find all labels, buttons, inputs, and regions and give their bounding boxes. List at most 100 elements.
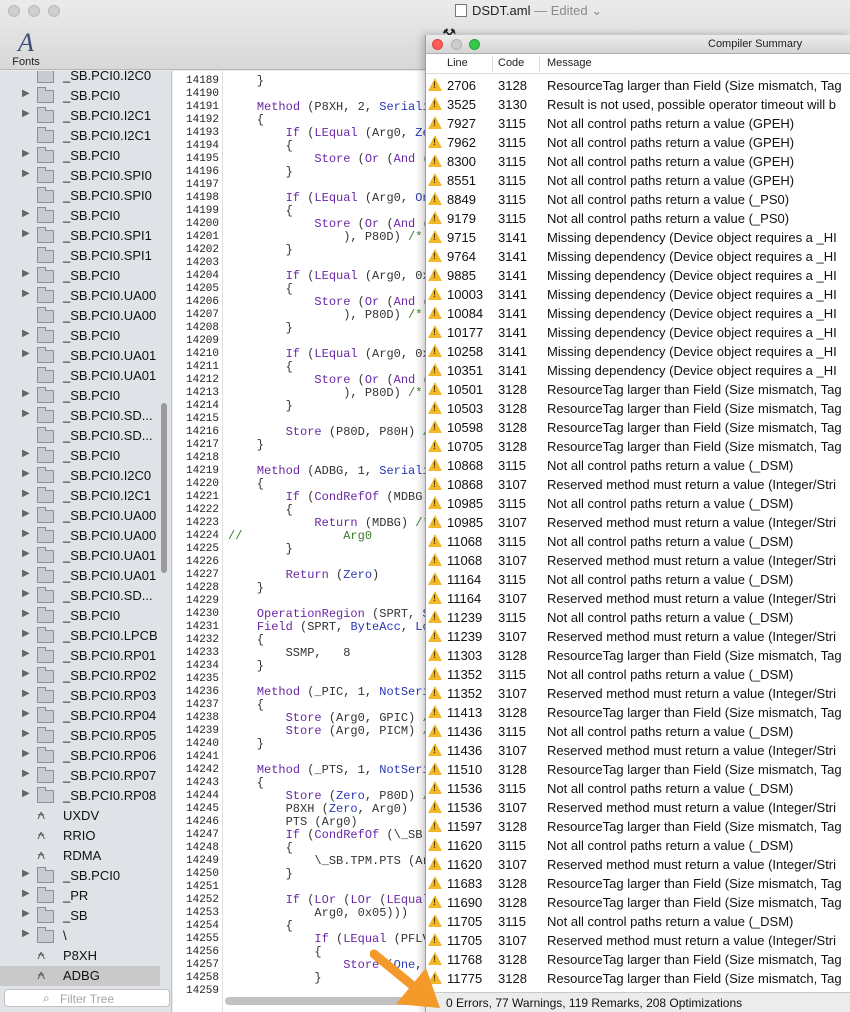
disclosure-triangle-icon[interactable]: ▶ bbox=[22, 448, 30, 459]
compiler-message-row[interactable]: 11597 3128 ResourceTag larger than Field (… bbox=[426, 817, 850, 836]
compiler-message-row[interactable]: 9764 3141 Missing dependency (Device objec… bbox=[426, 247, 850, 266]
disclosure-triangle-icon[interactable]: ▶ bbox=[22, 508, 30, 519]
minimize-window-button[interactable] bbox=[28, 5, 40, 17]
sidebar-tree-item[interactable]: ▶ _SB.PCI0 bbox=[0, 266, 160, 286]
sidebar-tree-item[interactable]: ⍲ UXDV bbox=[0, 806, 160, 826]
compiler-message-row[interactable]: 11068 3115 Not all control paths return a … bbox=[426, 532, 850, 551]
compiler-message-row[interactable]: 10503 3128 ResourceTag larger than Field (… bbox=[426, 399, 850, 418]
compiler-message-row[interactable]: 8551 3115 Not all control paths return a v… bbox=[426, 171, 850, 190]
disclosure-triangle-icon[interactable]: ▶ bbox=[22, 628, 30, 639]
compiler-message-row[interactable]: 11690 3128 ResourceTag larger than Field (… bbox=[426, 893, 850, 912]
compiler-message-row[interactable]: 11303 3128 ResourceTag larger than Field (… bbox=[426, 646, 850, 665]
sidebar-tree-item[interactable]: ▶ _SB.PCI0 bbox=[0, 866, 160, 886]
compiler-message-row[interactable]: 11620 3115 Not all control paths return a … bbox=[426, 836, 850, 855]
disclosure-triangle-icon[interactable]: ▶ bbox=[22, 388, 30, 399]
sidebar-tree-item[interactable]: ▶ _SB.PCI0.RP06 bbox=[0, 746, 160, 766]
compiler-message-row[interactable]: 7962 3115 Not all control paths return a v… bbox=[426, 133, 850, 152]
sidebar-tree-item[interactable]: _SB.PCI0.SD... bbox=[0, 426, 160, 446]
compiler-message-row[interactable]: 11352 3115 Not all control paths return a … bbox=[426, 665, 850, 684]
panel-close-button[interactable] bbox=[432, 39, 443, 50]
compiler-message-row[interactable]: 11164 3115 Not all control paths return a … bbox=[426, 570, 850, 589]
disclosure-triangle-icon[interactable]: ▶ bbox=[22, 868, 30, 879]
disclosure-triangle-icon[interactable]: ▶ bbox=[22, 588, 30, 599]
code-line[interactable]: } bbox=[228, 439, 264, 452]
disclosure-triangle-icon[interactable]: ▶ bbox=[22, 348, 30, 359]
panel-zoom-button[interactable] bbox=[469, 39, 480, 50]
compiler-message-row[interactable]: 10598 3128 ResourceTag larger than Field (… bbox=[426, 418, 850, 437]
code-line[interactable]: } bbox=[228, 868, 293, 881]
compiler-message-row[interactable]: 11510 3128 ResourceTag larger than Field (… bbox=[426, 760, 850, 779]
sidebar-tree-item[interactable]: ▶ _SB.PCI0.UA00 bbox=[0, 286, 160, 306]
disclosure-triangle-icon[interactable]: ▶ bbox=[22, 568, 30, 579]
compiler-message-row[interactable]: 11068 3107 Reserved method must return a v… bbox=[426, 551, 850, 570]
sidebar-tree-item[interactable]: ▶ _SB.PCI0.RP08 bbox=[0, 786, 160, 806]
sidebar-tree-item[interactable]: ▶ _SB.PCI0.RP02 bbox=[0, 666, 160, 686]
code-line[interactable]: } bbox=[228, 75, 264, 88]
disclosure-triangle-icon[interactable]: ▶ bbox=[22, 768, 30, 779]
sidebar-tree-item[interactable]: ▶ _SB.PCI0 bbox=[0, 386, 160, 406]
sidebar-tree-item[interactable]: _SB.PCI0.I2C0 bbox=[0, 71, 160, 86]
column-message[interactable]: Message bbox=[547, 57, 592, 69]
sidebar-tree-item[interactable]: ▶ _SB.PCI0.RP05 bbox=[0, 726, 160, 746]
sidebar-tree-item[interactable]: ▶ _SB.PCI0.RP03 bbox=[0, 686, 160, 706]
sidebar-tree-item[interactable]: ▶ _SB.PCI0.UA01 bbox=[0, 346, 160, 366]
disclosure-triangle-icon[interactable]: ▶ bbox=[22, 108, 30, 119]
sidebar-tree-item[interactable]: ▶ _SB.PCI0.SD... bbox=[0, 406, 160, 426]
compiler-message-row[interactable]: 11705 3107 Reserved method must return a v… bbox=[426, 931, 850, 950]
sidebar-tree-item[interactable]: ▶ _SB.PCI0.SPI1 bbox=[0, 226, 160, 246]
compiler-message-row[interactable]: 10084 3141 Missing dependency (Device obje… bbox=[426, 304, 850, 323]
sidebar-tree-item[interactable]: ▶ _SB.PCI0 bbox=[0, 146, 160, 166]
compiler-message-row[interactable]: 117683128ResourceTag larger than Field (… bbox=[426, 950, 850, 969]
code-line[interactable]: } bbox=[228, 543, 293, 556]
sidebar-tree-item[interactable]: ▶ _SB.PCI0 bbox=[0, 606, 160, 626]
sidebar-tree-item[interactable]: ▶ _SB.PCI0.RP01 bbox=[0, 646, 160, 666]
compiler-message-row[interactable]: 11620 3107 Reserved method must return a v… bbox=[426, 855, 850, 874]
compiler-message-row[interactable]: 3525 3130 Result is not used, possible ope… bbox=[426, 95, 850, 114]
disclosure-triangle-icon[interactable]: ▶ bbox=[22, 928, 30, 939]
compiler-message-row[interactable]: 10985 3107 Reserved method must return a v… bbox=[426, 513, 850, 532]
compiler-message-row[interactable]: 10177 3141 Missing dependency (Device obje… bbox=[426, 323, 850, 342]
sidebar-tree-item[interactable]: ▶ _SB.PCI0 bbox=[0, 446, 160, 466]
compiler-message-row[interactable]: 11239 3115 Not all control paths return a … bbox=[426, 608, 850, 627]
disclosure-triangle-icon[interactable]: ▶ bbox=[22, 688, 30, 699]
sidebar-tree-item[interactable]: _SB.PCI0.I2C1 bbox=[0, 126, 160, 146]
compiler-message-row[interactable]: 8849 3115 Not all control paths return a v… bbox=[426, 190, 850, 209]
disclosure-triangle-icon[interactable]: ▶ bbox=[22, 748, 30, 759]
sidebar-tree-item[interactable]: ▶ _PR bbox=[0, 886, 160, 906]
disclosure-triangle-icon[interactable]: ▶ bbox=[22, 288, 30, 299]
compiler-message-row[interactable]: 11536 3115 Not all control paths return a … bbox=[426, 779, 850, 798]
sidebar-tree-item[interactable]: _SB.PCI0.SPI0 bbox=[0, 186, 160, 206]
sidebar-tree-item[interactable]: ⍲ RDMA bbox=[0, 846, 160, 866]
sidebar-tree-item[interactable]: ▶ _SB.PCI0.UA00 bbox=[0, 506, 160, 526]
compiler-message-row[interactable]: 8300 3115 Not all control paths return a v… bbox=[426, 152, 850, 171]
sidebar-tree-item[interactable]: ⍲ RRIO bbox=[0, 826, 160, 846]
sidebar-tree-item[interactable]: ▶ _SB.PCI0 bbox=[0, 206, 160, 226]
code-editor[interactable]: 14189 14190 14191 14192 14193 14194 14195 14196… bbox=[173, 71, 428, 1012]
column-code[interactable]: Code bbox=[498, 57, 524, 69]
disclosure-triangle-icon[interactable]: ▶ bbox=[22, 608, 30, 619]
compiler-message-row[interactable]: 2706 3128 ResourceTag larger than Field (S… bbox=[426, 76, 850, 95]
sidebar-tree-item[interactable]: ▶ _SB.PCI0.UA01 bbox=[0, 566, 160, 586]
disclosure-triangle-icon[interactable]: ▶ bbox=[22, 88, 30, 99]
sidebar-scrollbar[interactable] bbox=[161, 403, 167, 573]
compiler-message-row[interactable]: 10003 3141 Missing dependency (Device obje… bbox=[426, 285, 850, 304]
disclosure-triangle-icon[interactable]: ▶ bbox=[22, 488, 30, 499]
compiler-message-row[interactable]: 7927 3115 Not all control paths return a v… bbox=[426, 114, 850, 133]
compiler-message-row[interactable]: 9179 3115 Not all control paths return a v… bbox=[426, 209, 850, 228]
disclosure-triangle-icon[interactable]: ▶ bbox=[22, 328, 30, 339]
compiler-message-row[interactable]: 11239 3107 Reserved method must return a v… bbox=[426, 627, 850, 646]
code-line[interactable]: } bbox=[228, 738, 264, 751]
sidebar-tree-item[interactable]: ▶ _SB.PCI0 bbox=[0, 326, 160, 346]
code-line[interactable]: } bbox=[228, 972, 321, 985]
filter-tree-input[interactable]: ⌕ Filter Tree bbox=[4, 989, 170, 1007]
sidebar-tree-item[interactable]: _SB.PCI0.UA00 bbox=[0, 306, 160, 326]
close-window-button[interactable] bbox=[8, 5, 20, 17]
compiler-message-row[interactable]: 10705 3128 ResourceTag larger than Field (… bbox=[426, 437, 850, 456]
sidebar-tree-item[interactable]: ▶ _SB.PCI0.SD... bbox=[0, 586, 160, 606]
code-line[interactable]: } bbox=[228, 400, 293, 413]
zoom-window-button[interactable] bbox=[48, 5, 60, 17]
compiler-message-row[interactable]: 11683 3128 ResourceTag larger than Field (… bbox=[426, 874, 850, 893]
sidebar-tree-item[interactable]: ▶ _SB.PCI0 bbox=[0, 86, 160, 106]
sidebar-tree-item[interactable]: ▶ _SB.PCI0.RP04 bbox=[0, 706, 160, 726]
compiler-message-row[interactable]: 9885 3141 Missing dependency (Device objec… bbox=[426, 266, 850, 285]
